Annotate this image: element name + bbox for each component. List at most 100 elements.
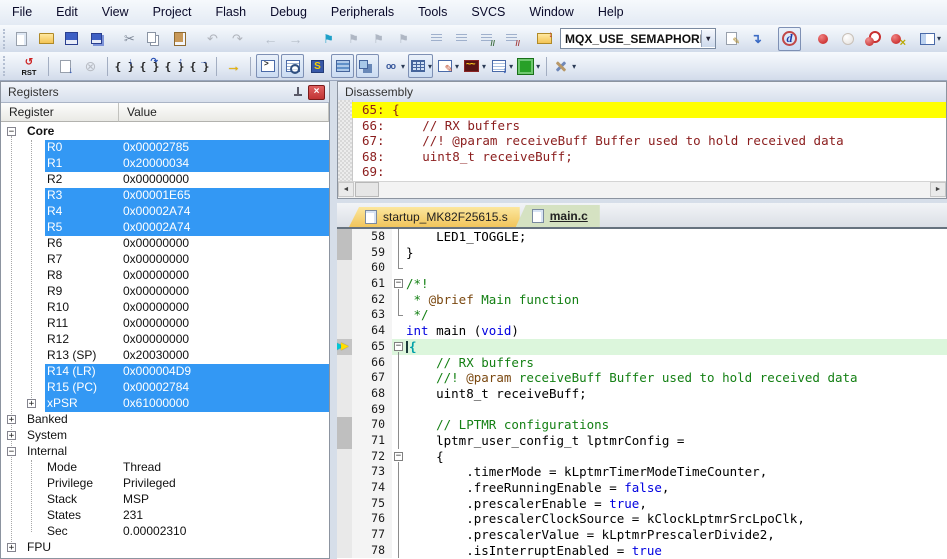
code-line-74[interactable]: 74 .freeRunningEnable = false, — [337, 480, 947, 496]
disassembly-line[interactable]: 66: // RX buffers — [352, 118, 946, 134]
menu-file[interactable]: File — [0, 0, 44, 25]
comment-selection-button[interactable] — [475, 27, 498, 51]
column-header-value[interactable]: Value — [119, 103, 329, 122]
indent-right-button[interactable] — [450, 27, 473, 51]
paste-button[interactable] — [168, 27, 191, 51]
run-button[interactable] — [54, 54, 77, 78]
collapse-icon[interactable]: − — [7, 447, 16, 456]
expand-icon[interactable]: + — [7, 543, 16, 552]
breakpoint-gutter[interactable] — [337, 433, 352, 449]
register-row-r14-lr[interactable]: R14 (LR)0x000004D9 — [1, 364, 329, 380]
register-row-r6[interactable]: R60x00000000 — [1, 236, 329, 252]
register-row-core[interactable]: −Core — [1, 124, 329, 140]
breakpoint-gutter[interactable] — [337, 355, 352, 371]
register-row-r12[interactable]: R120x00000000 — [1, 332, 329, 348]
register-row-r10[interactable]: R100x00000000 — [1, 300, 329, 316]
code-line-60[interactable]: 60 — [337, 260, 947, 276]
code-line-65[interactable]: ▶▶65−{ — [337, 339, 947, 355]
breakpoint-gutter[interactable] — [337, 260, 352, 276]
step-out-button[interactable] — [163, 54, 186, 78]
menu-window[interactable]: Window — [517, 0, 585, 25]
menu-peripherals[interactable]: Peripherals — [319, 0, 406, 25]
step-over-button[interactable] — [138, 54, 161, 78]
register-row-stack[interactable]: StackMSP — [1, 492, 329, 508]
fold-collapse-icon[interactable]: − — [392, 276, 406, 292]
nav-forward-button[interactable] — [284, 27, 307, 51]
bookmark-prev-button[interactable] — [342, 27, 365, 51]
code-editor[interactable]: 58 LED1_TOGGLE;59}6061−/*!62 * @brief Ma… — [337, 229, 947, 559]
code-line-67[interactable]: 67 //! @param receiveBuff Buffer used to… — [337, 370, 947, 386]
system-viewer-dropdown-icon[interactable]: ▾ — [536, 62, 540, 71]
disassembly-content[interactable]: 65: {66: // RX buffers67: //! @param rec… — [352, 102, 946, 180]
watch-window-button[interactable]: ▾ — [381, 54, 406, 78]
undo-button[interactable] — [201, 27, 224, 51]
breakpoint-gutter[interactable] — [337, 402, 352, 418]
show-next-statement-button[interactable] — [222, 54, 245, 78]
register-row-r0[interactable]: R00x00002785 — [1, 140, 329, 156]
column-header-register[interactable]: Register — [1, 103, 119, 122]
menu-view[interactable]: View — [90, 0, 141, 25]
code-line-64[interactable]: 64int main (void) — [337, 323, 947, 339]
memory-window-button[interactable]: ▾ — [408, 54, 433, 78]
target-select[interactable]: MQX_USE_SEMAPHORES▾ — [560, 28, 716, 49]
disassembly-current-line[interactable]: 65: { — [352, 102, 946, 118]
breakpoint-gutter[interactable] — [337, 292, 352, 308]
run-to-line-button[interactable] — [188, 54, 211, 78]
save-button[interactable] — [60, 27, 83, 51]
register-row-mode[interactable]: ModeThread — [1, 460, 329, 476]
target-options-button[interactable] — [720, 27, 743, 51]
stop-button[interactable] — [79, 54, 102, 78]
register-row-system[interactable]: +System — [1, 428, 329, 444]
pin-icon[interactable] — [292, 86, 303, 98]
disassembly-line[interactable]: 67: //! @param receiveBuff Buffer used t… — [352, 133, 946, 149]
code-line-73[interactable]: 73 .timerMode = kLptmrTimerModeTimeCount… — [337, 464, 947, 480]
symbol-window-button[interactable] — [306, 54, 329, 78]
breakpoint-gutter[interactable] — [337, 527, 352, 543]
code-line-76[interactable]: 76 .prescalerClockSource = kClockLptmrSr… — [337, 511, 947, 527]
close-icon[interactable]: × — [308, 85, 325, 100]
code-line-59[interactable]: 59} — [337, 245, 947, 261]
code-line-69[interactable]: 69 — [337, 402, 947, 418]
menu-debug[interactable]: Debug — [258, 0, 319, 25]
serial-window-dropdown-icon[interactable]: ▾ — [455, 62, 459, 71]
register-row-r1[interactable]: R10x20000034 — [1, 156, 329, 172]
horizontal-scrollbar[interactable]: ◄ ► — [338, 181, 946, 198]
analysis-window-button[interactable]: ▾ — [462, 54, 487, 78]
register-row-r2[interactable]: R20x00000000 — [1, 172, 329, 188]
indent-left-button[interactable] — [425, 27, 448, 51]
code-line-68[interactable]: 68 uint8_t receiveBuff; — [337, 386, 947, 402]
breakpoint-gutter[interactable] — [337, 496, 352, 512]
menu-flash[interactable]: Flash — [203, 0, 258, 25]
save-all-button[interactable] — [85, 27, 108, 51]
register-row-r11[interactable]: R110x00000000 — [1, 316, 329, 332]
scrollbar-thumb[interactable] — [355, 182, 379, 197]
code-line-66[interactable]: 66 // RX buffers — [337, 355, 947, 371]
windows-layout-button[interactable]: ▾ — [919, 27, 942, 51]
breakpoint-gutter[interactable] — [337, 417, 352, 433]
command-window-button[interactable] — [256, 54, 279, 78]
toolbar-drag-handle[interactable] — [3, 56, 10, 76]
tools-menu-button[interactable]: ▾ — [552, 54, 577, 78]
register-row-r8[interactable]: R80x00000000 — [1, 268, 329, 284]
callstack-window-button[interactable] — [356, 54, 379, 78]
analysis-window-dropdown-icon[interactable]: ▾ — [482, 62, 486, 71]
disassembly-line[interactable]: 68: uint8_t receiveBuff; — [352, 149, 946, 165]
serial-window-button[interactable]: ▾ — [435, 54, 460, 78]
menu-edit[interactable]: Edit — [44, 0, 90, 25]
load-application-button[interactable] — [533, 27, 556, 51]
copy-button[interactable] — [143, 27, 166, 51]
code-line-77[interactable]: 77 .prescalerValue = kLptmrPrescalerDivi… — [337, 527, 947, 543]
register-row-banked[interactable]: +Banked — [1, 412, 329, 428]
breakpoint-gutter[interactable] — [337, 480, 352, 496]
tools-menu-dropdown-icon[interactable]: ▾ — [572, 62, 576, 71]
register-row-privilege[interactable]: PrivilegePrivileged — [1, 476, 329, 492]
register-row-r7[interactable]: R70x00000000 — [1, 252, 329, 268]
breakpoint-gutter[interactable] — [337, 386, 352, 402]
register-row-r4[interactable]: R40x00002A74 — [1, 204, 329, 220]
fold-collapse-icon[interactable]: − — [392, 449, 406, 465]
memory-window-dropdown-icon[interactable]: ▾ — [428, 62, 432, 71]
bookmark-toggle-button[interactable] — [317, 27, 340, 51]
code-line-72[interactable]: 72− { — [337, 449, 947, 465]
breakpoint-gutter[interactable] — [337, 276, 352, 292]
new-file-button[interactable] — [10, 27, 33, 51]
